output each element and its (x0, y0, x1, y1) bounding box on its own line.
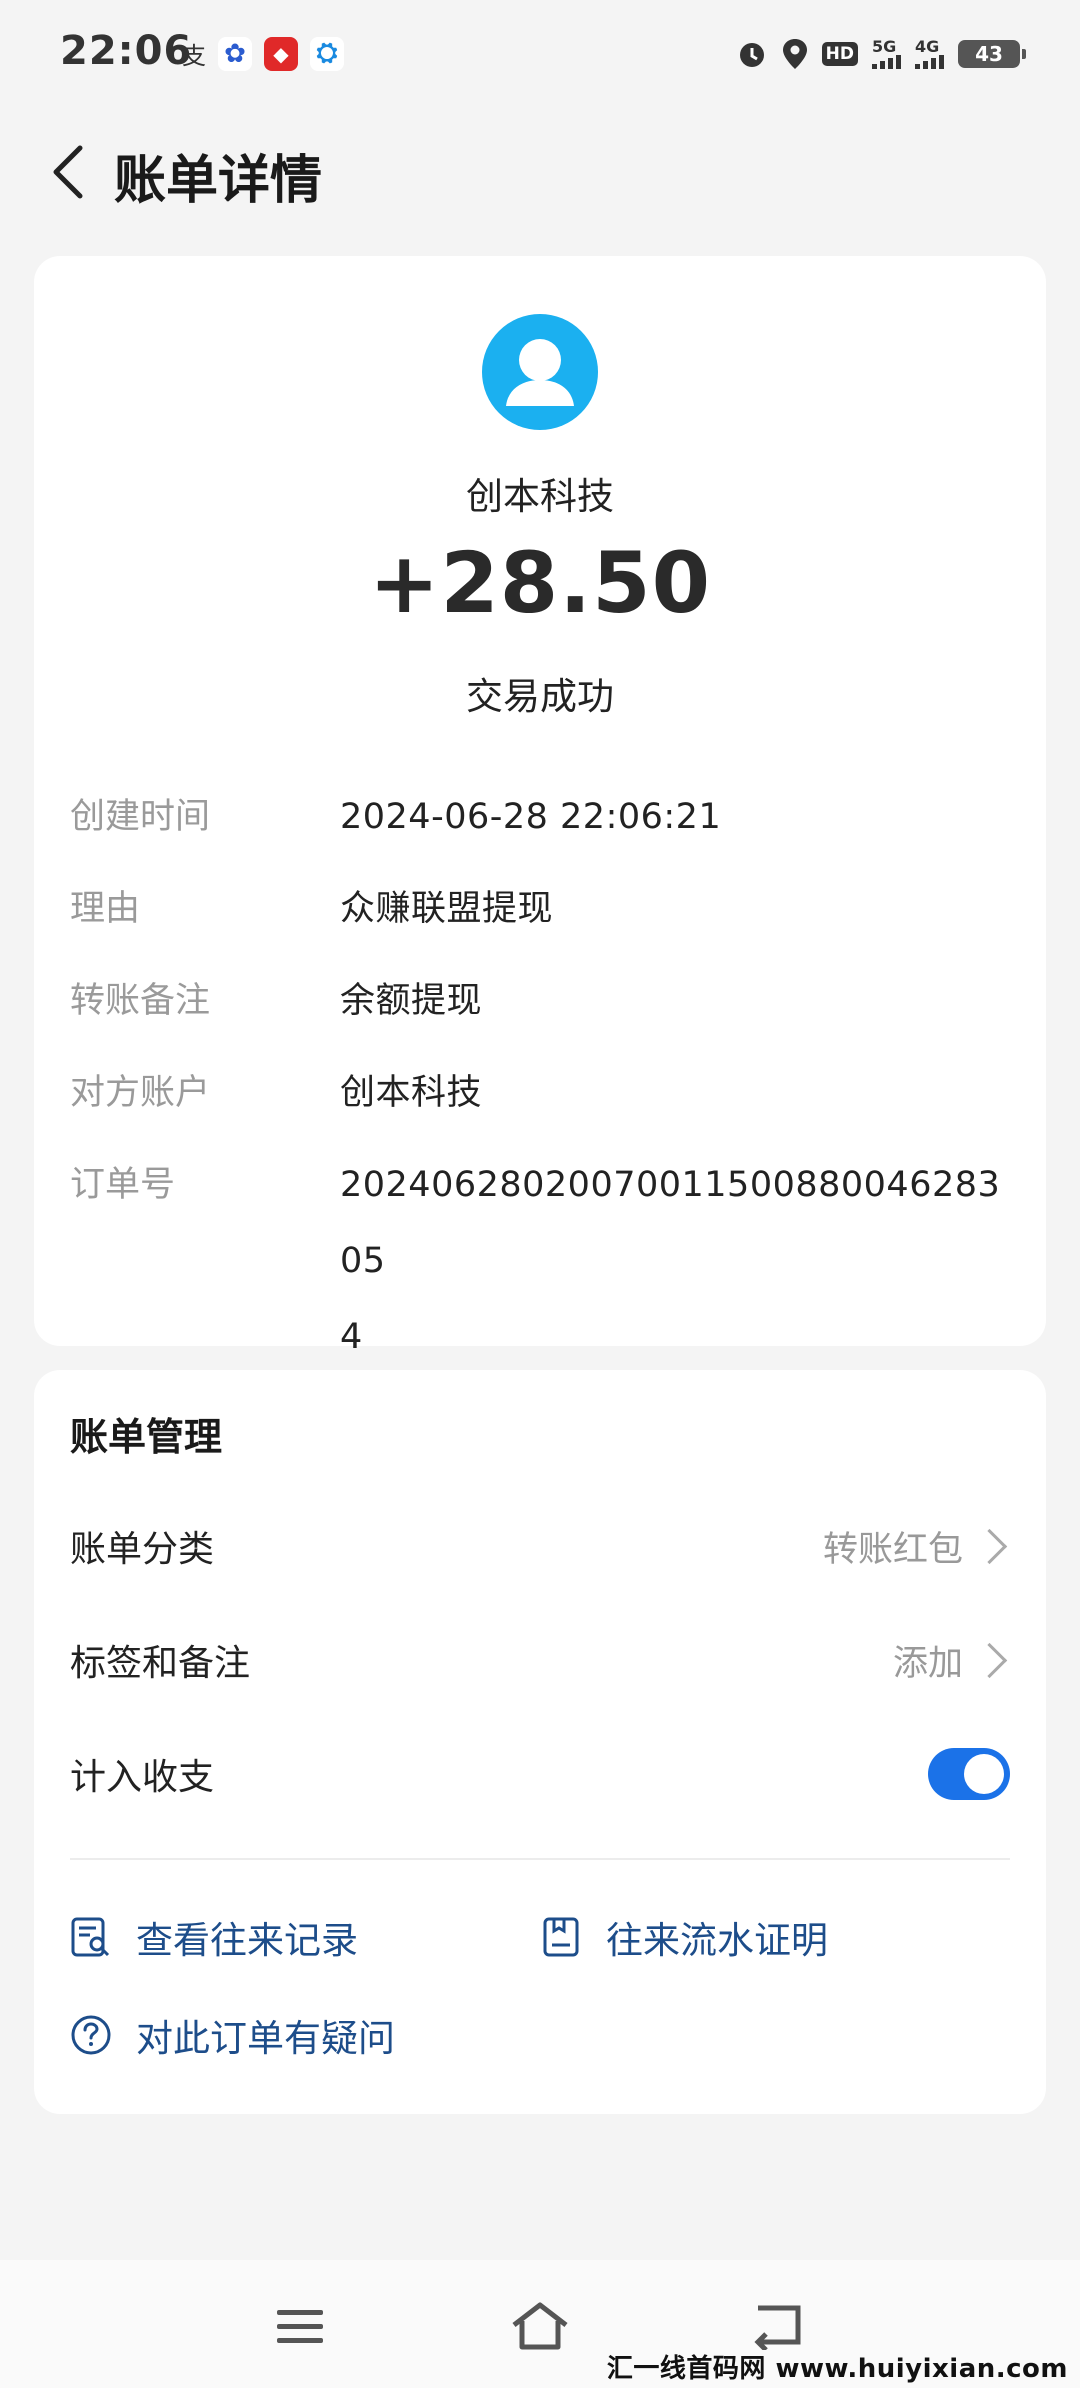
merchant-name: 创本科技 (466, 475, 614, 518)
chevron-right-icon (971, 1642, 1008, 1678)
signal-4g-icon: 4G (915, 39, 944, 69)
record-search-icon (71, 1917, 110, 1957)
baidu-icon: ✿ (218, 36, 252, 71)
detail-row-account: 对方账户 创本科技 (70, 1064, 1020, 1156)
chevron-right-icon (971, 1528, 1008, 1564)
location-icon (782, 39, 807, 69)
detail-label: 转账备注 (70, 981, 211, 1021)
amount: +28.50 (368, 534, 712, 632)
detail-value: 余额提现 (340, 981, 483, 1021)
back-nav-button[interactable] (740, 2296, 820, 2356)
home-icon (512, 2302, 568, 2350)
category-value: 转账红包 (822, 1529, 963, 1570)
detail-list: 创建时间 2024-06-28 22:06:21 理由 众赚联盟提现 转账备注 … (70, 788, 1020, 1375)
chevron-left-icon (53, 145, 83, 199)
status-time: 22:06 (60, 28, 193, 74)
order-question-link[interactable]: 对此订单有疑问 (70, 2008, 395, 2062)
include-toggle[interactable] (928, 1748, 1010, 1800)
detail-value: 众赚联盟提现 (340, 889, 554, 929)
detail-row-created: 创建时间 2024-06-28 22:06:21 (70, 788, 1020, 880)
divider (70, 1858, 1010, 1860)
section-title: 账单管理 (70, 1415, 223, 1459)
home-button[interactable] (500, 2296, 580, 2356)
toggle-knob (964, 1754, 1004, 1794)
notification-icons: 支 ✿ ◆ ⛭ (182, 36, 344, 71)
category-row[interactable]: 账单分类 转账红包 (70, 1506, 1010, 1586)
detail-value[interactable]: 2024062802007001150088004628305 4 (340, 1147, 1020, 1375)
detail-row-remark: 转账备注 余额提现 (70, 972, 1020, 1064)
transaction-card: 创本科技 +28.50 交易成功 创建时间 2024-06-28 22:06:2… (34, 256, 1046, 1357)
system-icons: HD 5G 4G 43 (736, 38, 1026, 70)
signal-5g-icon: 5G (872, 39, 901, 69)
app-icon-red: ◆ (264, 36, 298, 71)
app-header: 账单详情 (0, 120, 1080, 220)
include-label: 计入收支 (70, 1757, 215, 1798)
status-bar: 22:06 支 ✿ ◆ ⛭ HD 5G 4G 43 (0, 0, 1080, 110)
back-button[interactable] (28, 132, 108, 212)
detail-label: 订单号 (70, 1165, 176, 1205)
flow-proof-link[interactable]: 往来流水证明 (540, 1910, 828, 1964)
detail-label: 理由 (70, 889, 141, 929)
watermark: 汇一线首码网 www.huiyixian.com (606, 2354, 1068, 2384)
detail-value: 创本科技 (340, 1073, 483, 1113)
detail-label: 对方账户 (70, 1073, 211, 1113)
bill-management-card: 账单管理 账单分类 转账红包 标签和备注 添加 计入收支 查看往来记录 往来流水… (34, 1370, 1046, 2114)
detail-value: 2024-06-28 22:06:21 (340, 797, 722, 837)
app-icon-blue: ⛭ (310, 36, 344, 71)
battery-level: 43 (975, 42, 1003, 66)
question-circle-icon (71, 2015, 111, 2055)
back-icon (754, 2305, 801, 2350)
transaction-status: 交易成功 (466, 675, 614, 718)
hd-icon: HD (821, 42, 858, 66)
order-question-label: 对此订单有疑问 (136, 2017, 395, 2060)
flow-proof-label: 往来流水证明 (606, 1919, 828, 1962)
tag-row[interactable]: 标签和备注 添加 (70, 1620, 1010, 1700)
detail-label: 创建时间 (70, 797, 211, 837)
menu-button[interactable] (260, 2296, 340, 2356)
category-label: 账单分类 (70, 1529, 215, 1570)
view-history-label: 查看往来记录 (136, 1919, 358, 1962)
menu-icon (277, 2310, 323, 2343)
document-icon (543, 1917, 579, 1957)
alipay-icon: 支 (182, 42, 206, 70)
avatar (482, 314, 598, 430)
user-icon (506, 339, 574, 406)
page-title: 账单详情 (114, 151, 323, 211)
tag-value: 添加 (892, 1643, 963, 1684)
alarm-icon (739, 43, 764, 67)
view-history-link[interactable]: 查看往来记录 (70, 1910, 358, 1964)
detail-row-reason: 理由 众赚联盟提现 (70, 880, 1020, 972)
detail-row-order-number: 订单号 2024062802007001150088004628305 4 (70, 1156, 1020, 1375)
battery-icon: 43 (958, 40, 1026, 68)
tag-label: 标签和备注 (70, 1643, 251, 1684)
include-row: 计入收支 (70, 1734, 1010, 1814)
